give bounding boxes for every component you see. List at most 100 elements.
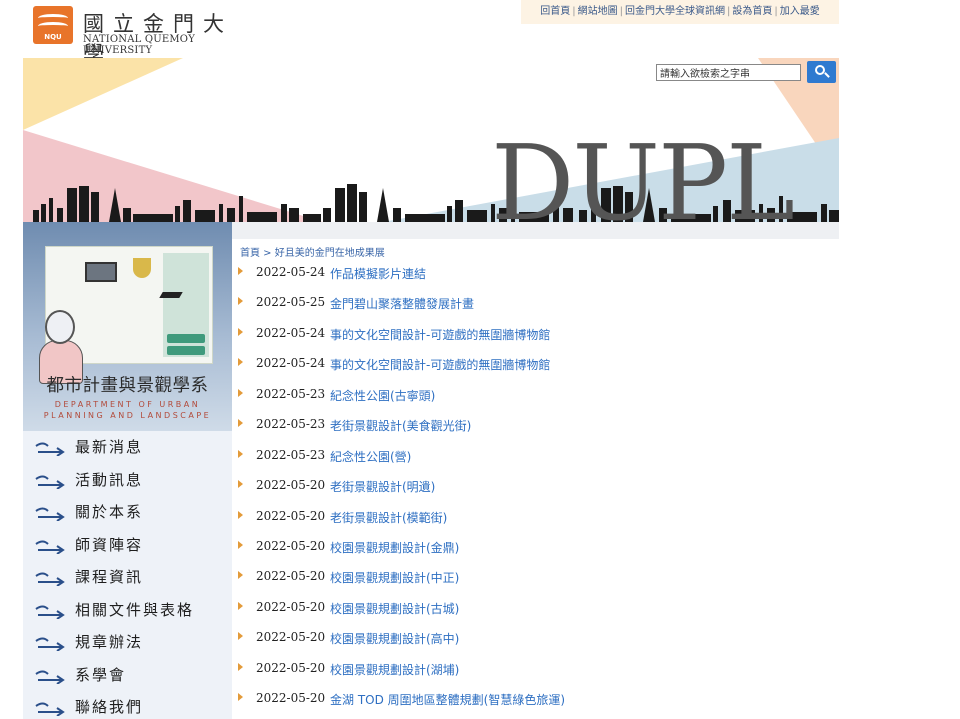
sidebar: 都市計畫與景觀學系 DEPARTMENT OF URBAN PLANNING A… [23, 222, 232, 719]
item-title-link[interactable]: 金門碧山聚落整體發展計畫 [330, 295, 474, 312]
bullet-arrow-icon [238, 267, 243, 275]
department-logotype: DUPL [491, 122, 795, 222]
item-title-link[interactable]: 校園景觀規劃設計(高中) [330, 630, 459, 647]
item-title-link[interactable]: 校園景觀規劃設計(中正) [330, 569, 459, 586]
top-links-bar: 回首頁 | 網站地圖 | 回金門大學全球資訊網 | 設為首頁 | 加入最愛 [521, 0, 839, 24]
list-item: 2022-05-25 金門碧山聚落整體發展計畫 [238, 289, 838, 319]
sidebar-item-label: 聯絡我們 [75, 698, 144, 716]
arrow-icon [35, 605, 65, 619]
item-title-link[interactable]: 紀念性公園(營) [330, 448, 411, 465]
sidebar-item-label: 系學會 [75, 665, 127, 684]
item-title-link[interactable]: 校園景觀規劃設計(湖埔) [330, 661, 459, 678]
arrow-icon [35, 670, 65, 684]
bullet-arrow-icon [238, 297, 243, 306]
list-item: 2022-05-20 校園景觀規劃設計(金鼎) [238, 533, 838, 563]
list-item: 2022-05-23 老街景觀設計(美食觀光街) [238, 411, 838, 441]
list-item: 2022-05-24 事的文化空間設計-可遊戲的無圍牆博物館 [238, 320, 838, 350]
bullet-arrow-icon [238, 540, 243, 549]
sidebar-item-label: 關於本系 [75, 503, 144, 521]
item-date: 2022-05-20 [256, 599, 326, 614]
sidebar-item-contact[interactable]: 聯絡我們 [23, 691, 232, 719]
university-logo[interactable]: NQU 國立金門大學 NATIONAL QUEMOY UNIVERSITY [33, 4, 243, 66]
bullet-arrow-icon [238, 480, 243, 489]
link-add-favorite[interactable]: 加入最愛 [780, 6, 820, 17]
item-title-link[interactable]: 校園景觀規劃設計(金鼎) [330, 539, 459, 556]
sidebar-item-courses[interactable]: 課程資訊 [23, 561, 232, 594]
arrow-icon [35, 442, 65, 456]
list-item: 2022-05-20 校園景觀規劃設計(湖埔) [238, 655, 838, 685]
search-button[interactable] [807, 61, 836, 83]
link-sitemap[interactable]: 網站地圖 [578, 6, 618, 17]
item-date: 2022-05-25 [256, 295, 326, 310]
item-date: 2022-05-24 [256, 265, 326, 279]
sidebar-item-label: 師資陣容 [75, 535, 144, 554]
bullet-arrow-icon [238, 662, 243, 671]
item-title-link[interactable]: 校園景觀規劃設計(古城) [330, 600, 459, 617]
bullet-arrow-icon [238, 632, 243, 641]
nqu-logo-icon: NQU [33, 6, 73, 44]
item-title-link[interactable]: 事的文化空間設計-可遊戲的無圍牆博物館 [330, 326, 550, 343]
content-top-bar [232, 222, 839, 239]
sidebar-item-documents[interactable]: 相關文件與表格 [23, 593, 232, 626]
item-date: 2022-05-23 [256, 386, 326, 401]
breadcrumb-home[interactable]: 首頁 [240, 248, 260, 259]
item-date: 2022-05-23 [256, 447, 326, 462]
bullet-arrow-icon [238, 510, 243, 519]
arrow-icon [35, 572, 65, 586]
item-title-link[interactable]: 老街景觀設計(模範街) [330, 509, 447, 526]
department-english-line-1: DEPARTMENT OF URBAN [54, 400, 201, 409]
bullet-arrow-icon [238, 601, 243, 610]
item-title-link[interactable]: 作品模擬影片連結 [330, 265, 426, 282]
link-university-site[interactable]: 回金門大學全球資訊網 [625, 6, 725, 17]
list-item: 2022-05-20 校園景觀規劃設計(古城) [238, 594, 838, 624]
item-date: 2022-05-20 [256, 508, 326, 523]
link-home[interactable]: 回首頁 [540, 6, 570, 17]
item-date: 2022-05-24 [256, 356, 326, 371]
item-date: 2022-05-20 [256, 569, 326, 584]
list-item: 2022-05-20 金湖 TOD 周圍地區整體規劃(智慧綠色旅運) [238, 685, 838, 715]
news-list: 2022-05-24 作品模擬影片連結 2022-05-25 金門碧山聚落整體發展計… [238, 259, 838, 716]
sidebar-menu: 最新消息 活動訊息 關於本系 師資陣容 課程資訊 相關文件與表格 規章辦法 系學… [23, 431, 232, 719]
item-date: 2022-05-24 [256, 325, 326, 340]
sidebar-item-regulations[interactable]: 規章辦法 [23, 626, 232, 659]
bullet-arrow-icon [238, 449, 243, 458]
item-date: 2022-05-20 [256, 538, 326, 553]
bullet-arrow-icon [238, 693, 243, 702]
list-item: 2022-05-20 老街景觀設計(模範街) [238, 503, 838, 533]
item-title-link[interactable]: 事的文化空間設計-可遊戲的無圍牆博物館 [330, 356, 550, 373]
bullet-arrow-icon [238, 571, 243, 580]
sidebar-item-student-association[interactable]: 系學會 [23, 658, 232, 691]
bullet-arrow-icon [238, 388, 243, 397]
sidebar-item-label: 活動訊息 [75, 470, 144, 489]
sidebar-item-about[interactable]: 關於本系 [23, 496, 232, 529]
sidebar-item-label: 規章辦法 [75, 633, 144, 651]
list-item: 2022-05-20 校園景觀規劃設計(中正) [238, 563, 838, 593]
sidebar-item-faculty[interactable]: 師資陣容 [23, 528, 232, 561]
trophy-icon [133, 258, 151, 278]
list-item: 2022-05-24 事的文化空間設計-可遊戲的無圍牆博物館 [238, 350, 838, 380]
logo-english-name: NATIONAL QUEMOY UNIVERSITY [83, 34, 195, 56]
item-title-link[interactable]: 老街景觀設計(美食觀光街) [330, 417, 471, 434]
arrow-icon [35, 637, 65, 651]
laptop-icon [85, 262, 117, 282]
list-item: 2022-05-20 老街景觀設計(明遺) [238, 472, 838, 502]
item-title-link[interactable]: 老街景觀設計(明遺) [330, 478, 435, 495]
list-item: 2022-05-23 紀念性公園(古寧頭) [238, 381, 838, 411]
sidebar-item-label: 相關文件與表格 [75, 600, 195, 619]
logo-badge-text: NQU [44, 33, 62, 41]
link-set-homepage[interactable]: 設為首頁 [732, 6, 772, 17]
graduation-cap-icon [159, 292, 183, 298]
search-input[interactable] [656, 64, 801, 81]
arrow-icon [35, 507, 65, 521]
breadcrumb-current: 好且美的金門在地成果展 [274, 248, 385, 259]
item-title-link[interactable]: 金湖 TOD 周圍地區整體規劃(智慧綠色旅運) [330, 691, 565, 708]
sidebar-item-events[interactable]: 活動訊息 [23, 463, 232, 496]
sidebar-item-news[interactable]: 最新消息 [23, 431, 232, 464]
banner: DUPL [23, 58, 839, 222]
department-illustration: 都市計畫與景觀學系 DEPARTMENT OF URBAN PLANNING A… [23, 222, 232, 431]
breadcrumb: 首頁 > 好且美的金門在地成果展 [240, 244, 385, 259]
item-date: 2022-05-20 [256, 630, 326, 645]
item-title-link[interactable]: 紀念性公園(古寧頭) [330, 387, 435, 404]
bullet-arrow-icon [238, 419, 243, 428]
list-item: 2022-05-24 作品模擬影片連結 [238, 259, 838, 289]
